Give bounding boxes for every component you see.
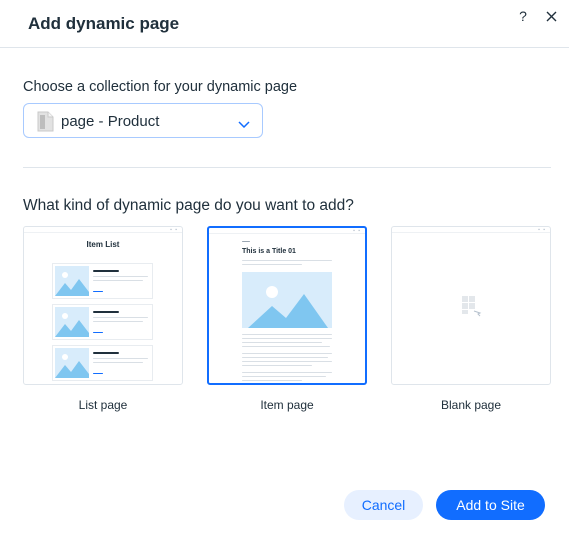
- help-icon[interactable]: ?: [515, 8, 531, 26]
- collection-selected-value: page - Product: [61, 113, 160, 130]
- chevron-down-icon: [238, 116, 250, 129]
- image-placeholder: [242, 272, 332, 328]
- collection-label: Choose a collection for your dynamic pag…: [23, 79, 298, 95]
- list-thumbnail-item: [52, 263, 153, 299]
- list-page-card[interactable]: ▪ ▪ Item List: [23, 226, 183, 385]
- cancel-button[interactable]: Cancel: [344, 490, 423, 520]
- window-bar: ▪ ▪: [24, 227, 182, 233]
- page-type-label: What kind of dynamic page do you want to…: [23, 197, 354, 214]
- close-icon[interactable]: [544, 8, 560, 26]
- list-thumbnail-item: [52, 345, 153, 381]
- item-page-card[interactable]: ▪ ▪ This is a Title 01: [207, 226, 367, 385]
- list-thumbnail-item: [52, 304, 153, 340]
- dialog-header: Add dynamic page ?: [0, 0, 569, 48]
- collection-dropdown[interactable]: page - Product: [23, 103, 263, 138]
- window-bar: ▪ ▪: [209, 228, 365, 234]
- list-thumbnail-title: Item List: [86, 240, 120, 249]
- item-page-label: Item page: [260, 398, 314, 412]
- window-bar: ▪ ▪: [392, 227, 550, 233]
- item-thumbnail-title: This is a Title 01: [242, 248, 296, 255]
- section-divider: [23, 167, 551, 168]
- dialog-title: Add dynamic page: [28, 14, 180, 33]
- blank-page-card[interactable]: ▪ ▪: [391, 226, 551, 385]
- add-to-site-button[interactable]: Add to Site: [436, 490, 545, 520]
- blank-page-label: Blank page: [440, 398, 502, 412]
- list-page-label: List page: [78, 398, 128, 412]
- document-icon: [37, 111, 55, 132]
- blank-page-icon: [461, 295, 483, 317]
